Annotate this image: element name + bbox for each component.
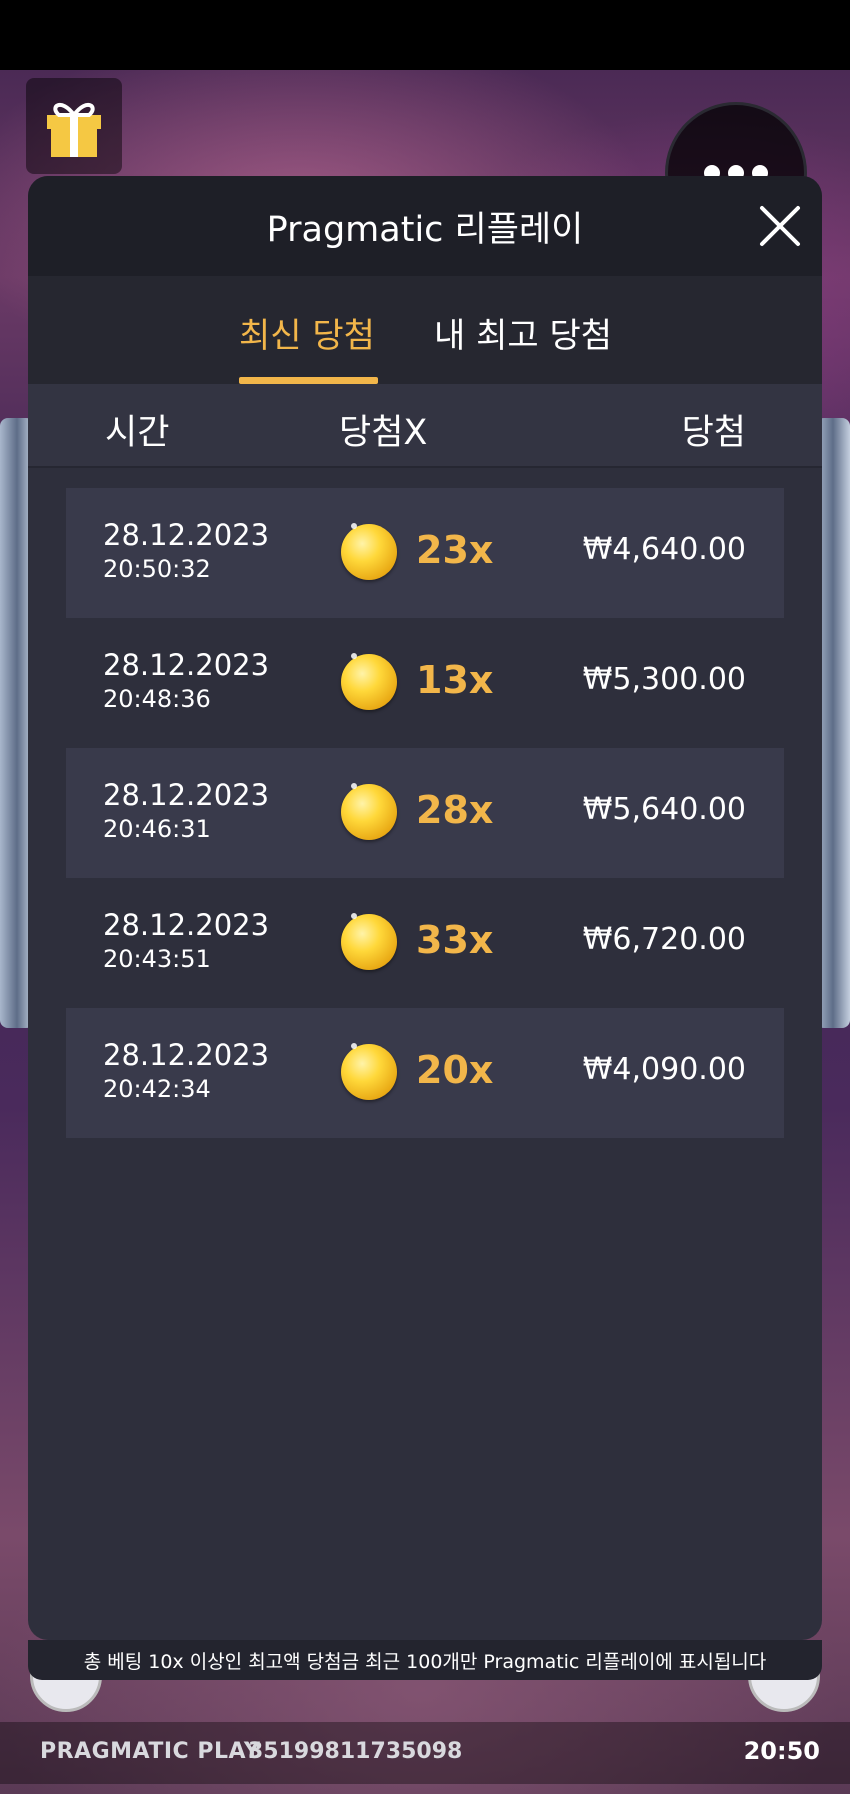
win-multiplier: 33x — [416, 918, 494, 962]
coin-icon — [341, 914, 397, 970]
win-amount: ₩6,720.00 — [582, 922, 746, 957]
list-item[interactable]: 28.12.2023 20:50:32 23x ₩4,640.00 — [66, 488, 784, 618]
win-time: 20:43:51 — [103, 945, 211, 973]
win-time: 20:48:36 — [103, 685, 211, 713]
brand-label: PRAGMATIC PLAY — [40, 1739, 261, 1764]
footer-note-text: 총 베팅 10x 이상인 최고액 당첨금 최근 100개만 Pragmatic … — [83, 1650, 767, 1673]
win-time: 20:50:32 — [103, 555, 211, 583]
replay-modal: Pragmatic 리플레이 최신 당첨 내 최고 당첨 시간 당첨X 당첨 2… — [28, 176, 822, 1640]
modal-footer-note: 총 베팅 10x 이상인 최고액 당첨금 최근 100개만 Pragmatic … — [28, 1640, 822, 1680]
win-amount: ₩4,090.00 — [582, 1052, 746, 1087]
win-multiplier: 13x — [416, 658, 494, 702]
tab-latest-wins[interactable]: 최신 당첨 — [239, 308, 375, 357]
clock: 20:50 — [743, 1737, 820, 1765]
close-icon[interactable] — [754, 200, 806, 252]
win-date: 28.12.2023 — [103, 518, 270, 552]
win-time: 20:46:31 — [103, 815, 211, 843]
tab-my-top-wins[interactable]: 내 최고 당첨 — [434, 308, 612, 357]
list-item[interactable]: 28.12.2023 20:48:36 13x ₩5,300.00 — [66, 618, 784, 748]
modal-header: Pragmatic 리플레이 — [28, 176, 822, 276]
win-amount: ₩4,640.00 — [582, 532, 746, 567]
list-item[interactable]: 28.12.2023 20:42:34 20x ₩4,090.00 — [66, 1008, 784, 1138]
win-date: 28.12.2023 — [103, 648, 270, 682]
win-date: 28.12.2023 — [103, 908, 270, 942]
wins-list: 28.12.2023 20:50:32 23x ₩4,640.00 28.12.… — [28, 468, 822, 1138]
coin-icon — [341, 524, 397, 580]
column-time: 시간 — [105, 413, 170, 453]
list-item[interactable]: 28.12.2023 20:43:51 33x ₩6,720.00 — [66, 878, 784, 1008]
win-multiplier: 20x — [416, 1048, 494, 1092]
win-amount: ₩5,300.00 — [582, 662, 746, 697]
win-date: 28.12.2023 — [103, 1038, 270, 1072]
gift-button[interactable] — [26, 78, 122, 174]
coin-icon — [341, 654, 397, 710]
active-tab-indicator — [239, 377, 378, 384]
column-headers: 시간 당첨X 당첨 — [28, 384, 822, 468]
coin-icon — [341, 784, 397, 840]
win-time: 20:42:34 — [103, 1075, 211, 1103]
win-date: 28.12.2023 — [103, 778, 270, 812]
session-id: 35199811735098 — [248, 1739, 463, 1764]
gift-icon — [47, 102, 101, 157]
modal-title: Pragmatic 리플레이 — [266, 209, 584, 250]
win-multiplier: 23x — [416, 528, 494, 572]
column-multiplier: 당첨X — [339, 413, 428, 453]
tab-bar: 최신 당첨 내 최고 당첨 — [28, 276, 822, 384]
win-multiplier: 28x — [416, 788, 494, 832]
list-item[interactable]: 28.12.2023 20:46:31 28x ₩5,640.00 — [66, 748, 784, 878]
column-win: 당첨 — [681, 413, 746, 453]
win-amount: ₩5,640.00 — [582, 792, 746, 827]
coin-icon — [341, 1044, 397, 1100]
